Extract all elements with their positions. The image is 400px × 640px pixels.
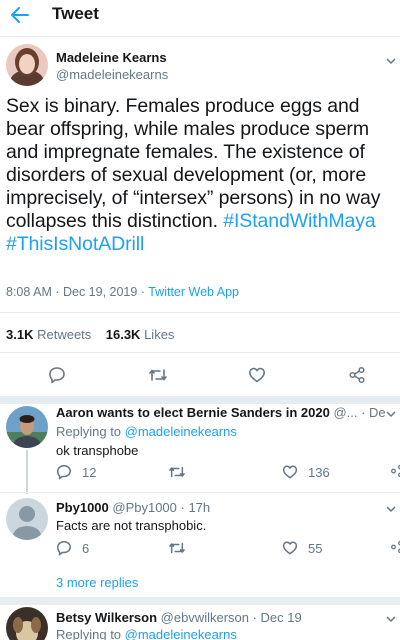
section-divider — [0, 597, 400, 605]
retweets-count[interactable]: 3.1K — [6, 327, 33, 342]
replying-to-label: Replying to — [56, 627, 125, 640]
reply-handle-time[interactable]: @... · Dec 19 — [330, 405, 386, 420]
share-button[interactable] — [348, 366, 366, 384]
reply-header: Betsy Wilkerson @ebvwilkerson · Dec 19 — [56, 610, 386, 625]
section-divider — [0, 396, 400, 404]
reply-count: 6 — [82, 540, 90, 556]
heart-icon — [249, 367, 265, 383]
mention-link[interactable]: @madeleinekearns — [125, 424, 237, 439]
avatar[interactable] — [6, 607, 48, 640]
thread-line — [26, 450, 28, 494]
like-button[interactable]: 136 — [282, 464, 330, 480]
reply-icon — [49, 367, 65, 384]
hashtag-link[interactable]: #ThisIsNotADrill — [6, 233, 144, 255]
reply-actions: 6 55 — [0, 540, 400, 564]
like-count: 136 — [308, 464, 330, 480]
avatar[interactable] — [6, 498, 48, 540]
replying-to-label: Replying to — [56, 424, 125, 439]
like-button[interactable]: 55 — [282, 540, 322, 556]
divider — [0, 352, 400, 353]
tweet-stats: 3.1K Retweets 16.3K Likes — [6, 327, 174, 342]
retweet-icon — [169, 542, 185, 554]
author-name[interactable]: Madeleine Kearns — [56, 50, 167, 65]
retweet-icon — [169, 466, 185, 478]
reply-author-name[interactable]: Pby1000 — [56, 500, 109, 515]
replying-to: Replying to @madeleinekearns — [56, 424, 237, 439]
share-icon — [349, 366, 365, 384]
reply-handle-time[interactable]: @Pby1000 · 17h — [109, 500, 210, 515]
likes-label[interactable]: Likes — [144, 327, 174, 342]
reply-icon — [57, 541, 71, 556]
share-icon — [391, 540, 400, 554]
chevron-down-icon[interactable] — [386, 504, 396, 514]
arrow-left-icon — [11, 7, 29, 23]
reply-header: Aaron wants to elect Bernie Sanders in 2… — [56, 405, 386, 420]
chevron-down-icon[interactable] — [386, 56, 396, 66]
reply-author-name[interactable]: Betsy Wilkerson — [56, 610, 157, 625]
top-bar: Tweet — [0, 0, 400, 30]
chevron-down-icon[interactable] — [386, 409, 396, 419]
reply-icon — [57, 465, 71, 480]
divider — [0, 492, 400, 493]
header-divider — [0, 36, 400, 37]
share-icon — [391, 464, 400, 478]
reply-handle-time[interactable]: @ebvwilkerson · Dec 19 — [157, 610, 302, 625]
reply-button[interactable] — [48, 366, 66, 384]
retweet-button[interactable] — [148, 366, 168, 384]
retweet-icon — [149, 369, 167, 381]
back-button[interactable] — [10, 6, 30, 24]
author-handle[interactable]: @madeleinekearns — [56, 67, 168, 82]
reply-button[interactable]: 6 — [56, 540, 89, 556]
share-button[interactable] — [390, 464, 400, 478]
tweet-actions — [0, 364, 400, 388]
reply-author-name[interactable]: Aaron wants to elect Bernie Sanders in 2… — [56, 405, 330, 420]
share-button[interactable] — [390, 540, 400, 554]
hashtag-link[interactable]: #IStandWithMaya — [223, 210, 376, 232]
avatar[interactable] — [6, 44, 48, 86]
chevron-down-icon[interactable] — [386, 614, 396, 624]
page-title: Tweet — [52, 4, 99, 23]
reply-text: Facts are not transphobic. — [56, 518, 207, 533]
tweet-client[interactable]: Twitter Web App — [148, 285, 239, 299]
reply-count: 12 — [82, 464, 97, 480]
heart-icon — [282, 465, 298, 479]
like-button[interactable] — [248, 366, 266, 384]
reply-text: ok transphobe — [56, 443, 139, 458]
reply-header: Pby1000 @Pby1000 · 17h — [56, 500, 386, 515]
mention-link[interactable]: @madeleinekearns — [125, 627, 237, 640]
retweets-label[interactable]: Retweets — [37, 327, 91, 342]
heart-icon — [282, 541, 298, 555]
replying-to: Replying to @madeleinekearns — [56, 627, 237, 640]
retweet-button[interactable] — [168, 540, 186, 556]
tweet-timestamp[interactable]: 8:08 AM · Dec 19, 2019 · — [6, 285, 148, 299]
likes-count[interactable]: 16.3K — [106, 327, 141, 342]
tweet-text: Sex is binary. Females produce eggs and … — [6, 95, 398, 256]
tweet-meta: 8:08 AM · Dec 19, 2019 · Twitter Web App — [6, 285, 239, 299]
divider — [0, 312, 400, 313]
reply-actions: 12 136 — [0, 464, 400, 488]
like-count: 55 — [308, 540, 323, 556]
show-more-replies-link[interactable]: 3 more replies — [56, 575, 138, 590]
retweet-button[interactable] — [168, 464, 186, 480]
reply-button[interactable]: 12 — [56, 464, 96, 480]
avatar[interactable] — [6, 406, 48, 448]
